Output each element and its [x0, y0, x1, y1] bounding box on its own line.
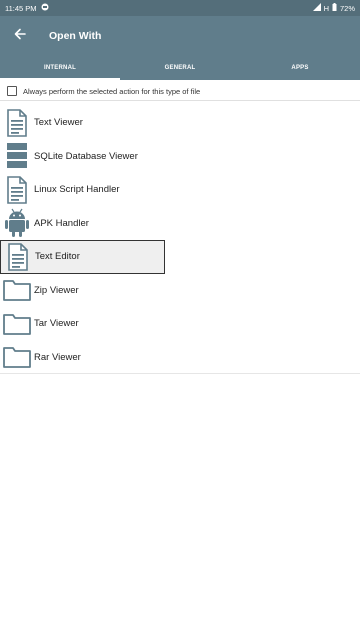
item-label: Text Viewer	[34, 117, 83, 129]
list-item-sqlite-viewer[interactable]: SQLite Database Viewer	[0, 140, 360, 174]
item-label: Rar Viewer	[34, 351, 81, 363]
folder-icon	[3, 309, 31, 339]
database-icon	[3, 141, 31, 171]
arrow-back-icon	[14, 27, 26, 45]
battery-icon	[332, 3, 337, 13]
status-time: 11:45 PM	[5, 3, 37, 13]
list-item-apk-handler[interactable]: APK Handler	[0, 207, 360, 241]
battery-level: 72%	[339, 3, 355, 13]
list-item-text-editor[interactable]: Text Editor	[0, 240, 165, 274]
signal-icon	[312, 3, 321, 13]
item-label: Text Editor	[35, 251, 80, 263]
document-icon	[3, 175, 31, 205]
tab-internal[interactable]: INTERNAL	[0, 56, 120, 80]
list-item-zip-viewer[interactable]: Zip Viewer	[0, 274, 360, 308]
folder-icon	[3, 342, 31, 372]
tab-general[interactable]: GENERAL	[120, 56, 240, 80]
app-bar: Open With	[0, 16, 360, 56]
item-label: Zip Viewer	[34, 284, 79, 296]
tab-bar: INTERNAL GENERAL APPS	[0, 56, 360, 80]
list-item-tar-viewer[interactable]: Tar Viewer	[0, 307, 360, 341]
list-end-divider	[0, 373, 360, 374]
folder-icon	[3, 275, 31, 305]
tab-apps[interactable]: APPS	[240, 56, 360, 80]
notification-icon	[41, 3, 49, 13]
item-label: Tar Viewer	[34, 318, 79, 330]
android-icon	[3, 208, 31, 238]
always-option-row[interactable]: Always perform the selected action for t…	[0, 82, 360, 101]
document-icon	[4, 242, 32, 272]
document-icon	[3, 108, 31, 138]
list-item-rar-viewer[interactable]: Rar Viewer	[0, 341, 360, 375]
status-bar: 11:45 PM H 72%	[0, 0, 360, 16]
item-label: SQLite Database Viewer	[34, 150, 138, 162]
always-option-label: Always perform the selected action for t…	[23, 86, 201, 96]
item-label: APK Handler	[34, 217, 89, 229]
back-button[interactable]	[0, 16, 40, 56]
item-label: Linux Script Handler	[34, 184, 120, 196]
list-item-text-viewer[interactable]: Text Viewer	[0, 106, 360, 140]
always-checkbox[interactable]	[7, 86, 17, 96]
list-item-linux-script-handler[interactable]: Linux Script Handler	[0, 173, 360, 207]
handler-list: Text Viewer SQLite Database Viewer Linux…	[0, 106, 360, 374]
network-type: H	[323, 3, 329, 13]
page-title: Open With	[49, 30, 102, 42]
